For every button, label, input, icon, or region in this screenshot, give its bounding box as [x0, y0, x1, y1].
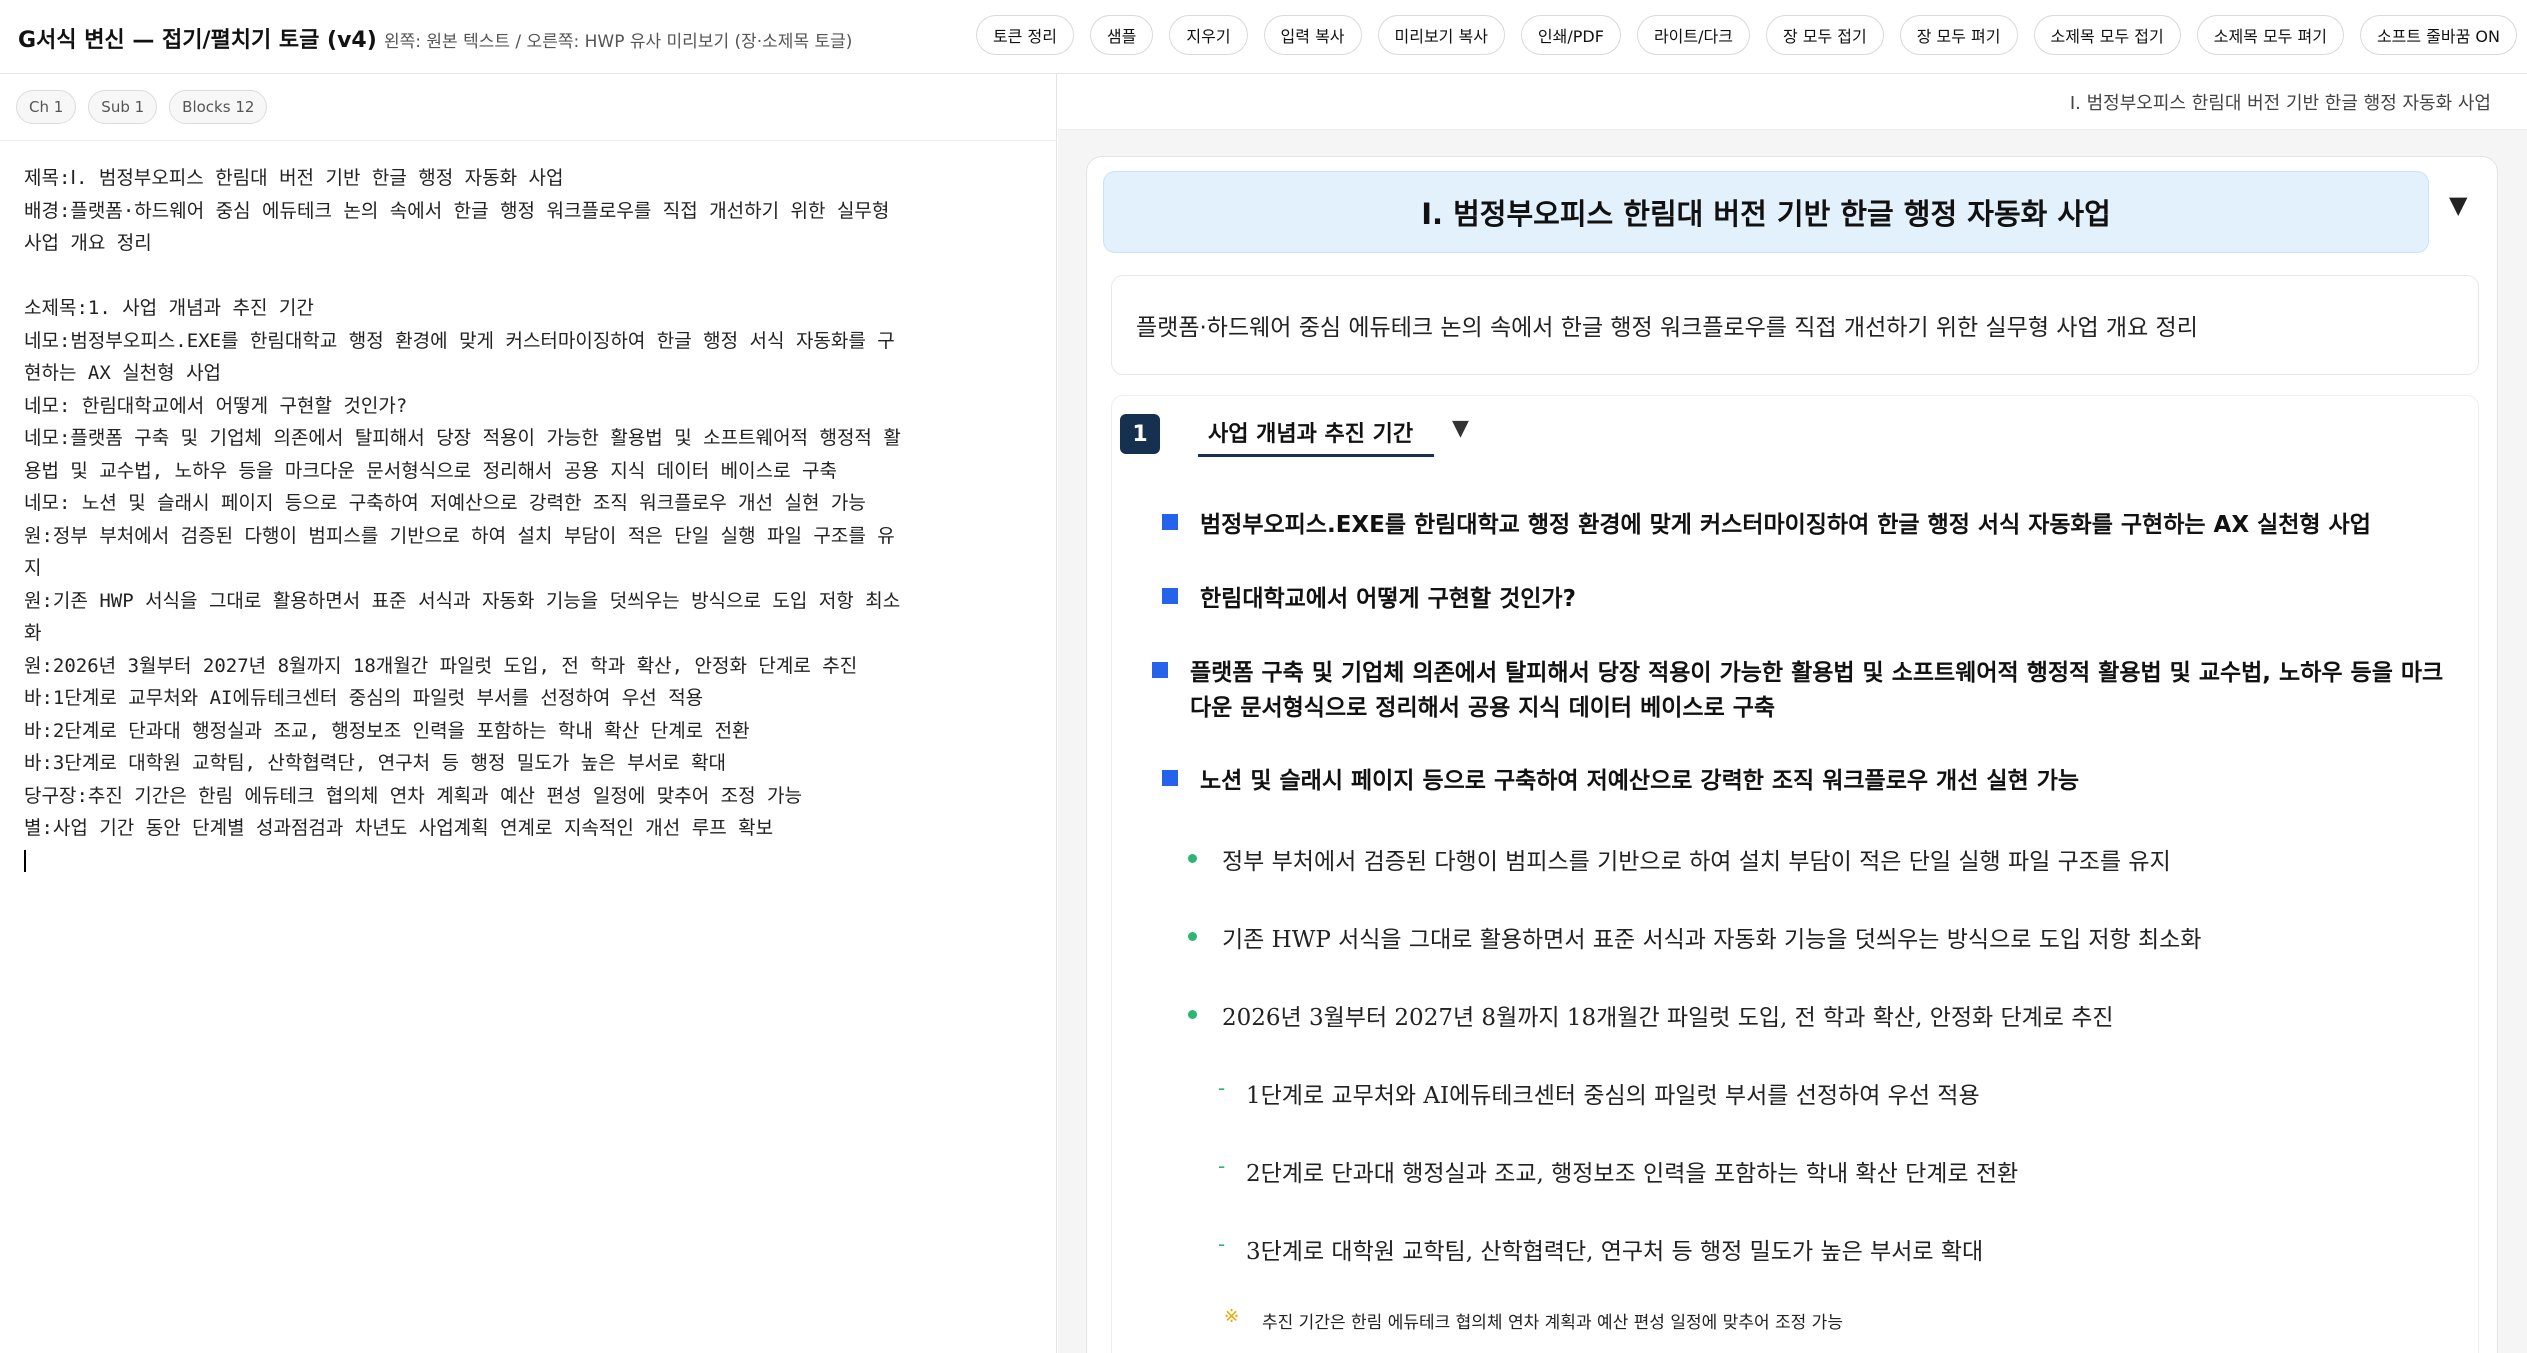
- dash-bullet-icon: -: [1218, 1154, 1226, 1178]
- app-subtitle: 왼쪽: 원본 텍스트 / 오른쪽: HWP 유사 미리보기 (장·소제목 토글): [384, 32, 853, 52]
- round-bullet-text: 정부 부처에서 검증된 다행이 범피스를 기반으로 하여 설치 부담이 적은 단…: [1222, 849, 2171, 875]
- background-box: 플랫폼·하드웨어 중심 에듀테크 논의 속에서 한글 행정 워크플로우를 직접 …: [1111, 275, 2479, 375]
- expand-all-chapters-button[interactable]: 장 모두 펴기: [1899, 15, 2018, 55]
- section-title-underline: [1198, 454, 1434, 457]
- reference-mark-icon: ※: [1224, 1306, 1240, 1327]
- source-pane: Ch 1 Sub 1 Blocks 12 제목:Ⅰ. 범정부오피스 한림대 버전…: [0, 74, 1057, 1353]
- round-bullet-text: 2026년 3월부터 2027년 8월까지 18개월간 파일럿 도입, 전 학과…: [1222, 1005, 2114, 1031]
- breadcrumb: Ⅰ. 범정부오피스 한림대 버전 기반 한글 행정 자동화 사업: [2069, 93, 2491, 114]
- preview-pane: Ⅰ. 범정부오피스 한림대 버전 기반 한글 행정 자동화 사업 Ⅰ. 범정부오…: [1058, 74, 2527, 1353]
- toolbar: 토큰 정리 샘플 지우기 입력 복사 미리보기 복사 인쇄/PDF 라이트/다크…: [975, 15, 2517, 55]
- theme-toggle-button[interactable]: 라이트/다크: [1636, 15, 1750, 55]
- editor-line: 원:기존 HWP 서식을 그대로 활용하면서 표준 서식과 자동화 기능을 덧씌…: [24, 589, 901, 612]
- subtitle-section: 1 사업 개념과 추진 기간 ▼ 범정부오피스.EXE를 한림대학교 행정 환경…: [1111, 395, 2479, 1353]
- copy-input-button[interactable]: 입력 복사: [1263, 15, 1362, 55]
- sample-button[interactable]: 샘플: [1089, 15, 1154, 55]
- round-bullet-icon: [1188, 1010, 1197, 1019]
- square-bullet-icon: [1152, 662, 1168, 678]
- chapter-title: Ⅰ. 범정부오피스 한림대 버전 기반 한글 행정 자동화 사업: [1421, 197, 2111, 231]
- section-number-badge: 1: [1120, 414, 1160, 454]
- section-collapse-icon[interactable]: ▼: [1452, 416, 1469, 441]
- editor-line: 제목:Ⅰ. 범정부오피스 한림대 버전 기반 한글 행정 자동화 사업: [24, 167, 564, 189]
- editor-line: 용법 및 교수법, 노하우 등을 마크다운 문서형식으로 정리해서 공용 지식 …: [24, 459, 837, 482]
- editor-line: 네모:플랫폼 구축 및 기업체 의존에서 탈피해서 당장 적용이 가능한 활용법…: [24, 427, 901, 449]
- editor-line: 배경:플랫폼·하드웨어 중심 에듀테크 논의 속에서 한글 행정 워크플로우를 …: [24, 199, 890, 222]
- chapter-count-badge: Ch 1: [16, 90, 77, 124]
- editor-line: 원:2026년 3월부터 2027년 8월까지 18개월간 파일럿 도입, 전 …: [24, 654, 858, 677]
- copy-preview-button[interactable]: 미리보기 복사: [1377, 15, 1505, 55]
- app-title: G서식 변신 — 접기/펼치기 토글 (v4): [18, 28, 377, 53]
- section-title[interactable]: 사업 개념과 추진 기간: [1208, 416, 1413, 448]
- editor-line: 당구장:추진 기간은 한림 에듀테크 협의체 연차 계획과 예산 편성 일정에 …: [24, 784, 802, 807]
- round-bullet-icon: [1188, 932, 1197, 941]
- editor-line: 원:정부 부처에서 검증된 다행이 범피스를 기반으로 하여 설치 부담이 적은…: [24, 524, 895, 547]
- editor-line: 네모: 노션 및 슬래시 페이지 등으로 구축하여 저예산으로 강력한 조직 워…: [24, 492, 866, 514]
- stats-divider: [0, 140, 1057, 141]
- editor-line: 현하는 AX 실천형 사업: [24, 362, 222, 384]
- square-bullet-text: 노션 및 슬래시 페이지 등으로 구축하여 저예산으로 강력한 조직 워크플로우…: [1200, 768, 2080, 794]
- dash-bullet-icon: -: [1218, 1076, 1226, 1100]
- round-bullet-icon: [1188, 854, 1197, 863]
- text-caret: [24, 850, 26, 872]
- editor-line: 사업 개요 정리: [24, 232, 152, 254]
- subtitle-count-badge: Sub 1: [88, 90, 158, 124]
- editor-line: 바:1단계로 교무처와 AI에듀테크센터 중심의 파일럿 부서를 선정하여 우선…: [24, 687, 704, 709]
- dash-bullet-text: 3단계로 대학원 교학팀, 산학협력단, 연구처 등 행정 밀도가 높은 부서로…: [1246, 1239, 1984, 1265]
- editor-line: 지: [24, 557, 42, 579]
- top-bar: G서식 변신 — 접기/펼치기 토글 (v4) 왼쪽: 원본 텍스트 / 오른쪽…: [0, 0, 2527, 74]
- source-textarea[interactable]: 제목:Ⅰ. 범정부오피스 한림대 버전 기반 한글 행정 자동화 사업 배경:플…: [24, 162, 1082, 877]
- editor-line: 별:사업 기간 동안 단계별 성과점검과 차년도 사업계획 연계로 지속적인 개…: [24, 817, 774, 839]
- editor-line: 바:2단계로 단과대 행정실과 조교, 행정보조 인력을 포함하는 학내 확산 …: [24, 719, 750, 742]
- editor-line: 네모:범정부오피스.EXE를 한림대학교 행정 환경에 맞게 커스터마이징하여 …: [24, 329, 895, 352]
- clear-button[interactable]: 지우기: [1169, 15, 1248, 55]
- square-bullet-text: 한림대학교에서 어떻게 구현할 것인가?: [1200, 586, 1576, 612]
- collapse-all-chapters-button[interactable]: 장 모두 접기: [1765, 15, 1884, 55]
- editor-line: 화: [24, 622, 42, 644]
- background-text: 플랫폼·하드웨어 중심 에듀테크 논의 속에서 한글 행정 워크플로우를 직접 …: [1136, 315, 2198, 341]
- dash-bullet-text: 2단계로 단과대 행정실과 조교, 행정보조 인력을 포함하는 학내 확산 단계…: [1246, 1161, 2019, 1187]
- soft-wrap-toggle-button[interactable]: 소프트 줄바꿈 ON: [2359, 15, 2517, 55]
- editor-line: 소제목:1. 사업 개념과 추진 기간: [24, 297, 314, 319]
- block-count-badge: Blocks 12: [169, 90, 268, 124]
- square-bullet-icon: [1162, 588, 1178, 604]
- chapter-collapse-icon[interactable]: ▼: [2449, 191, 2467, 219]
- square-bullet-icon: [1162, 770, 1178, 786]
- print-pdf-button[interactable]: 인쇄/PDF: [1520, 15, 1621, 55]
- dash-bullet-icon: -: [1218, 1232, 1226, 1256]
- note-text: 추진 기간은 한림 에듀테크 협의체 연차 계획과 예산 편성 일정에 맞추어 …: [1262, 1313, 1843, 1333]
- square-bullet-text: 범정부오피스.EXE를 한림대학교 행정 환경에 맞게 커스터마이징하여 한글 …: [1200, 512, 2371, 538]
- editor-caret-line: [24, 845, 1082, 878]
- editor-line: 바:3단계로 대학원 교학팀, 산학협력단, 연구처 등 행정 밀도가 높은 부…: [24, 752, 727, 774]
- token-cleanup-button[interactable]: 토큰 정리: [975, 15, 1074, 55]
- square-bullet-icon: [1162, 514, 1178, 530]
- expand-all-subtitles-button[interactable]: 소제목 모두 펴기: [2196, 15, 2344, 55]
- chapter-heading[interactable]: Ⅰ. 범정부오피스 한림대 버전 기반 한글 행정 자동화 사업: [1103, 171, 2429, 253]
- preview-document: Ⅰ. 범정부오피스 한림대 버전 기반 한글 행정 자동화 사업 ▼ 플랫폼·하…: [1086, 156, 2498, 1353]
- collapse-all-subtitles-button[interactable]: 소제목 모두 접기: [2033, 15, 2181, 55]
- editor-line: 네모: 한림대학교에서 어떻게 구현할 것인가?: [24, 394, 408, 417]
- stats-row: Ch 1 Sub 1 Blocks 12: [16, 90, 268, 124]
- round-bullet-text: 기존 HWP 서식을 그대로 활용하면서 표준 서식과 자동화 기능을 덧씌우는…: [1222, 927, 2202, 953]
- square-bullet-text: 플랫폼 구축 및 기업체 의존에서 탈피해서 당장 적용이 가능한 활용법 및 …: [1190, 660, 2444, 721]
- preview-header: Ⅰ. 범정부오피스 한림대 버전 기반 한글 행정 자동화 사업: [1058, 74, 2527, 130]
- dash-bullet-text: 1단계로 교무처와 AI에듀테크센터 중심의 파일럿 부서를 선정하여 우선 적…: [1246, 1083, 1980, 1109]
